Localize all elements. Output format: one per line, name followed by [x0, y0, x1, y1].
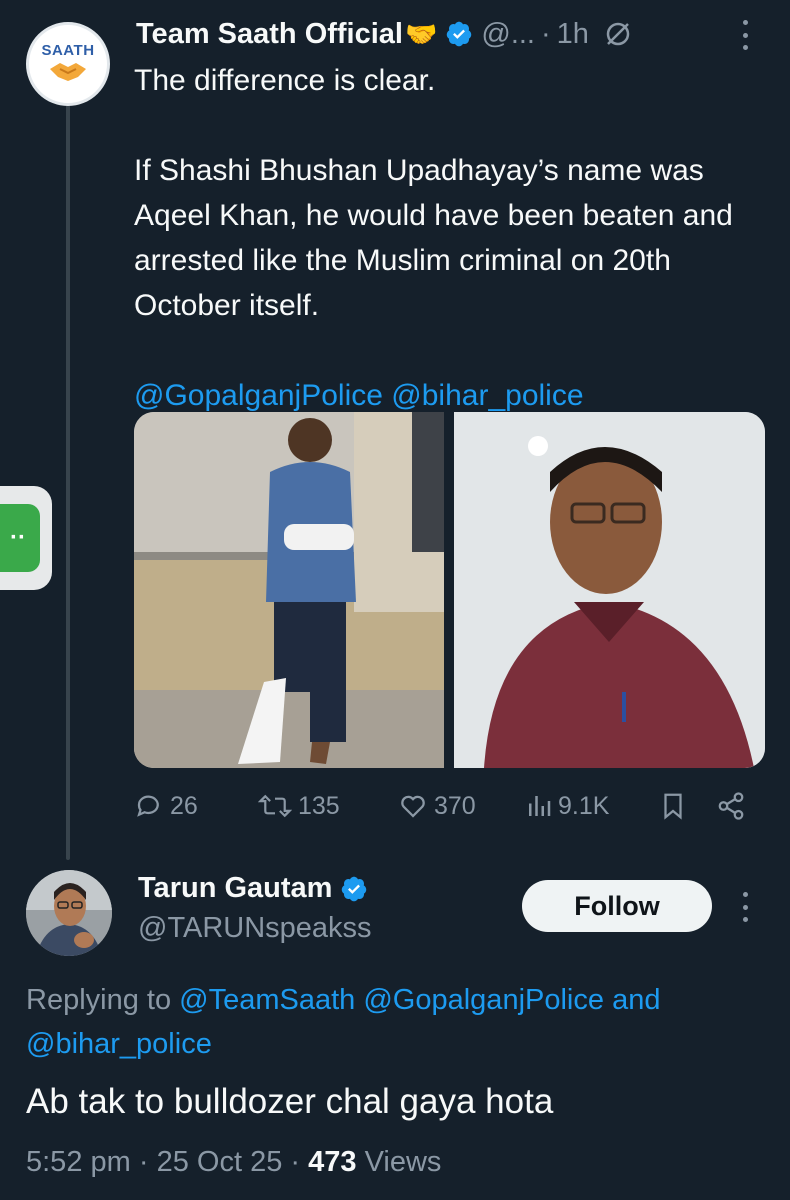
follow-button[interactable]: Follow [522, 880, 712, 932]
tweet-header: Team Saath Official 🤝 @... · 1h [136, 14, 770, 54]
reply-author-name-row: Tarun Gautam [138, 872, 368, 905]
tweet-line-2: If Shashi Bhushan Upadhayay’s name was A… [134, 154, 733, 322]
share-icon [718, 792, 744, 820]
views-button[interactable]: 9.1K [526, 791, 609, 821]
reply-date[interactable]: 25 Oct 25 [157, 1146, 283, 1178]
media-image-1[interactable] [134, 412, 444, 768]
reply-views-count: 473 [308, 1146, 357, 1178]
reply-author-handle[interactable]: @TARUNspeakss [138, 912, 372, 945]
replying-mention-teamsaath[interactable]: @TeamSaath [179, 984, 355, 1016]
chat-bubble-icon[interactable]: ·· [0, 504, 40, 572]
media-image-2[interactable] [454, 412, 765, 768]
reply-text: Ab tak to bulldozer chal gaya hota [26, 1082, 554, 1121]
tweet-text: The difference is clear. If Shashi Bhush… [134, 58, 764, 418]
repost-icon [258, 794, 292, 818]
author-handle[interactable]: @... [481, 18, 535, 51]
floating-widget[interactable]: ·· [0, 486, 52, 590]
mention-bihar-police[interactable]: @bihar_police [391, 379, 583, 412]
verified-badge-icon [340, 875, 368, 903]
repost-count: 135 [298, 791, 340, 820]
reply-views-label: Views [364, 1146, 442, 1178]
views-count: 9.1K [558, 791, 610, 820]
author-name[interactable]: Team Saath Official [136, 18, 403, 51]
separator-dot: · [541, 17, 551, 50]
share-button[interactable] [716, 791, 746, 821]
bookmark-icon [664, 793, 682, 820]
tweet-thread: ·· SAATH Team Saath Official 🤝 @... · 1h… [0, 0, 790, 1200]
reply-count: 26 [170, 791, 198, 820]
like-button[interactable]: 370 [398, 791, 476, 821]
tweet-line-1: The difference is clear. [134, 64, 436, 97]
separator-dot: · [290, 1146, 301, 1178]
verified-badge-icon [445, 20, 473, 48]
bookmark-button[interactable] [660, 791, 686, 821]
repost-button[interactable]: 135 [258, 791, 340, 821]
tweet-media[interactable] [134, 412, 765, 768]
tweet-actions: 26 135 370 9.1K [134, 786, 754, 826]
like-icon [401, 795, 425, 818]
reply-button[interactable]: 26 [134, 791, 198, 821]
avatar-logo-text: SAATH [41, 41, 95, 59]
reply-icon [137, 795, 159, 817]
replying-to: Replying to @TeamSaath @GopalganjPolice … [26, 978, 766, 1066]
thread-line [66, 104, 70, 860]
mention-gopalganj[interactable]: @GopalganjPolice [134, 379, 383, 412]
tweet-time[interactable]: 1h [557, 18, 589, 51]
avatar[interactable]: SAATH [26, 22, 110, 106]
like-count: 370 [434, 791, 476, 820]
reply-avatar[interactable] [26, 870, 112, 956]
replying-and: and [612, 984, 661, 1016]
replying-prefix: Replying to [26, 984, 172, 1016]
replying-mention-bihar-police[interactable]: @bihar_police [26, 1028, 212, 1060]
reply-meta: 5:52 pm · 25 Oct 25 · 473 Views [26, 1146, 441, 1179]
grok-icon[interactable] [603, 19, 633, 49]
reply-time[interactable]: 5:52 pm [26, 1146, 131, 1178]
replying-mention-gopalganj[interactable]: @GopalganjPolice [363, 984, 604, 1016]
views-icon [529, 796, 551, 816]
more-options-icon[interactable] [734, 892, 756, 922]
handshake-logo-icon [50, 62, 86, 81]
separator-dot: · [138, 1146, 149, 1178]
more-options-icon[interactable] [734, 20, 756, 50]
reply-author-name[interactable]: Tarun Gautam [138, 872, 332, 905]
handshake-emoji: 🤝 [405, 18, 438, 49]
